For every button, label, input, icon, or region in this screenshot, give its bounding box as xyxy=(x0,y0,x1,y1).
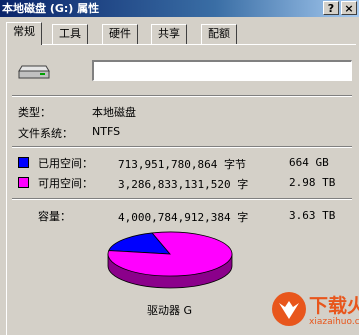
title-bar: 本地磁盘 (G:) 属性 ? × xyxy=(0,0,359,17)
separator xyxy=(12,95,352,97)
filesystem-label: 文件系统： xyxy=(18,127,73,140)
watermark-logo: 下载火 xiazaihuo.com xyxy=(209,285,359,335)
separator xyxy=(12,146,352,148)
used-space-bytes: 713,951,780,864 字节 xyxy=(118,158,246,171)
hard-drive-icon xyxy=(18,65,50,79)
free-space-label: 可用空间： xyxy=(38,177,93,190)
tab-sharing[interactable]: 共享 xyxy=(151,24,187,44)
watermark-url: xiazaihuo.com xyxy=(309,317,359,327)
used-space-label: 已用空间： xyxy=(38,157,93,170)
drive-label: 驱动器 G xyxy=(147,304,193,317)
capacity-bytes: 4,000,784,912,384 字 xyxy=(118,211,249,224)
tab-tools[interactable]: 工具 xyxy=(52,24,88,44)
type-label: 类型： xyxy=(18,106,51,119)
capacity-size: 3.63 TB xyxy=(289,209,336,222)
fox-logo-icon xyxy=(272,292,306,326)
window-title: 本地磁盘 (G:) 属性 xyxy=(2,2,100,15)
watermark-text: 下载火 xyxy=(309,295,359,317)
capacity-label: 容量： xyxy=(38,210,71,223)
free-space-bytes: 3,286,833,131,520 字 xyxy=(118,178,249,191)
separator xyxy=(12,198,352,200)
tab-quota[interactable]: 配额 xyxy=(201,24,237,44)
help-button[interactable]: ? xyxy=(323,1,339,15)
type-value: 本地磁盘 xyxy=(92,106,136,119)
filesystem-value: NTFS xyxy=(92,125,121,138)
used-space-size: 664 GB xyxy=(289,156,329,169)
used-space-swatch xyxy=(18,157,29,168)
volume-name-input[interactable] xyxy=(92,60,352,81)
close-button[interactable]: × xyxy=(341,1,357,15)
tab-hardware[interactable]: 硬件 xyxy=(102,24,138,44)
free-space-size: 2.98 TB xyxy=(289,176,336,189)
free-space-swatch xyxy=(18,177,29,188)
disk-usage-pie-chart xyxy=(107,231,233,289)
tab-general[interactable]: 常规 xyxy=(6,22,42,45)
